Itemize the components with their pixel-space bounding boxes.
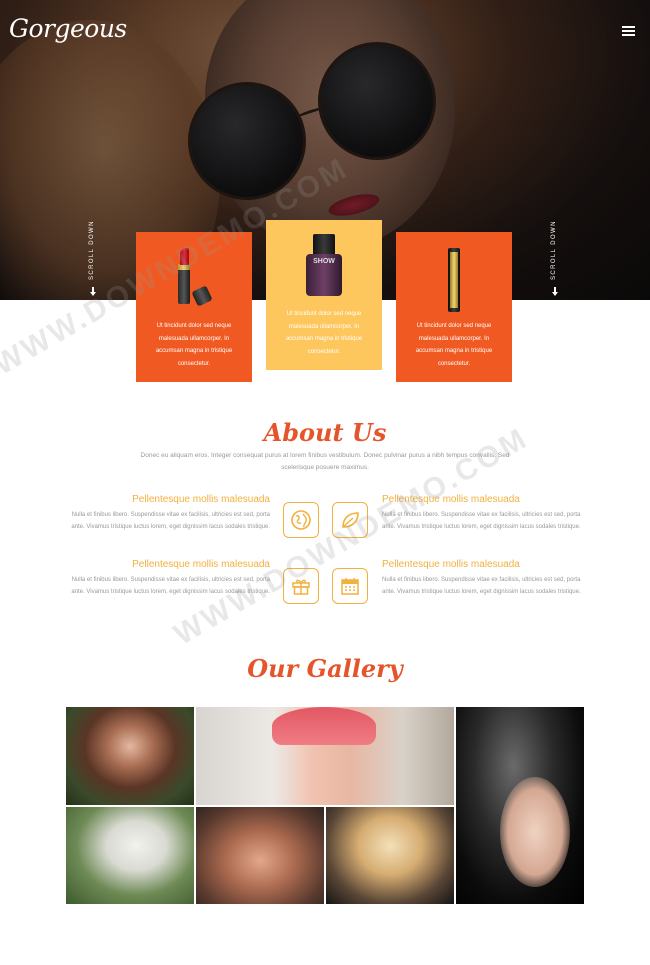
feature-title[interactable]: Pellentesque mollis malesuada bbox=[382, 559, 582, 570]
about-title: About Us bbox=[263, 418, 387, 447]
scroll-down-label: SCROLL DOWN bbox=[551, 220, 557, 280]
gift-icon[interactable] bbox=[283, 568, 319, 604]
feature-title[interactable]: Pellentesque mollis malesuada bbox=[70, 559, 270, 570]
feature-block: Pellentesque mollis malesuada Nulla et f… bbox=[70, 559, 270, 598]
product-card-nail-polish[interactable]: SHOW Ut tincidunt dolor sed neque malesu… bbox=[266, 220, 382, 370]
gallery-image-makeup-application[interactable] bbox=[196, 807, 324, 904]
hamburger-menu-icon[interactable] bbox=[622, 26, 635, 37]
scroll-down-label: SCROLL DOWN bbox=[89, 220, 95, 280]
arrow-down-icon bbox=[90, 287, 96, 296]
product-description: Ut tincidunt dolor sed neque malesuada u… bbox=[155, 323, 233, 367]
feature-text: Nulla et finibus libero. Suspendisse vit… bbox=[71, 512, 270, 530]
lipstick-image bbox=[170, 246, 218, 307]
scroll-down-left[interactable]: SCROLL DOWN bbox=[89, 220, 101, 300]
arrow-down-icon bbox=[552, 287, 558, 296]
feature-text: Nulla et finibus libero. Suspendisse vit… bbox=[71, 577, 270, 595]
feature-block: Pellentesque mollis malesuada Nulla et f… bbox=[382, 559, 582, 598]
feature-text: Nulla et finibus libero. Suspendisse vit… bbox=[382, 577, 581, 595]
product-description: Ut tincidunt dolor sed neque malesuada u… bbox=[285, 311, 363, 355]
about-intro: Donec eu aliquam eros. Integer consequat… bbox=[140, 452, 510, 471]
gallery-title: Our Gallery bbox=[247, 654, 403, 683]
product-description: Ut tincidunt dolor sed neque malesuada u… bbox=[415, 323, 493, 367]
gallery-image-woman-veil[interactable] bbox=[456, 707, 584, 904]
feature-title[interactable]: Pellentesque mollis malesuada bbox=[382, 494, 582, 505]
feature-block: Pellentesque mollis malesuada Nulla et f… bbox=[382, 494, 582, 533]
nail-polish-image: SHOW bbox=[304, 234, 344, 296]
globe-icon[interactable] bbox=[283, 502, 319, 538]
gallery-image-woman-pink-hat[interactable] bbox=[196, 707, 454, 805]
leaf-icon[interactable] bbox=[332, 502, 368, 538]
veil-portrait-skin bbox=[500, 777, 570, 887]
product-card-lipstick[interactable]: Ut tincidunt dolor sed neque malesuada u… bbox=[136, 232, 252, 382]
gallery-image-woman-scarf[interactable] bbox=[66, 707, 194, 805]
product-card-mascara[interactable]: Ut tincidunt dolor sed neque malesuada u… bbox=[396, 232, 512, 382]
gallery-image-woman-curly-hair[interactable] bbox=[326, 807, 454, 904]
pink-hat bbox=[272, 707, 376, 745]
feature-text: Nulla et finibus libero. Suspendisse vit… bbox=[382, 512, 581, 530]
mascara-image bbox=[439, 248, 469, 312]
nail-polish-label: SHOW bbox=[313, 258, 335, 265]
calendar-icon[interactable] bbox=[332, 568, 368, 604]
gallery-image-woman-lipstick[interactable] bbox=[66, 807, 194, 904]
feature-title[interactable]: Pellentesque mollis malesuada bbox=[70, 494, 270, 505]
site-logo[interactable]: Gorgeous bbox=[9, 14, 127, 43]
feature-block: Pellentesque mollis malesuada Nulla et f… bbox=[70, 494, 270, 533]
scroll-down-right[interactable]: SCROLL DOWN bbox=[551, 220, 563, 300]
